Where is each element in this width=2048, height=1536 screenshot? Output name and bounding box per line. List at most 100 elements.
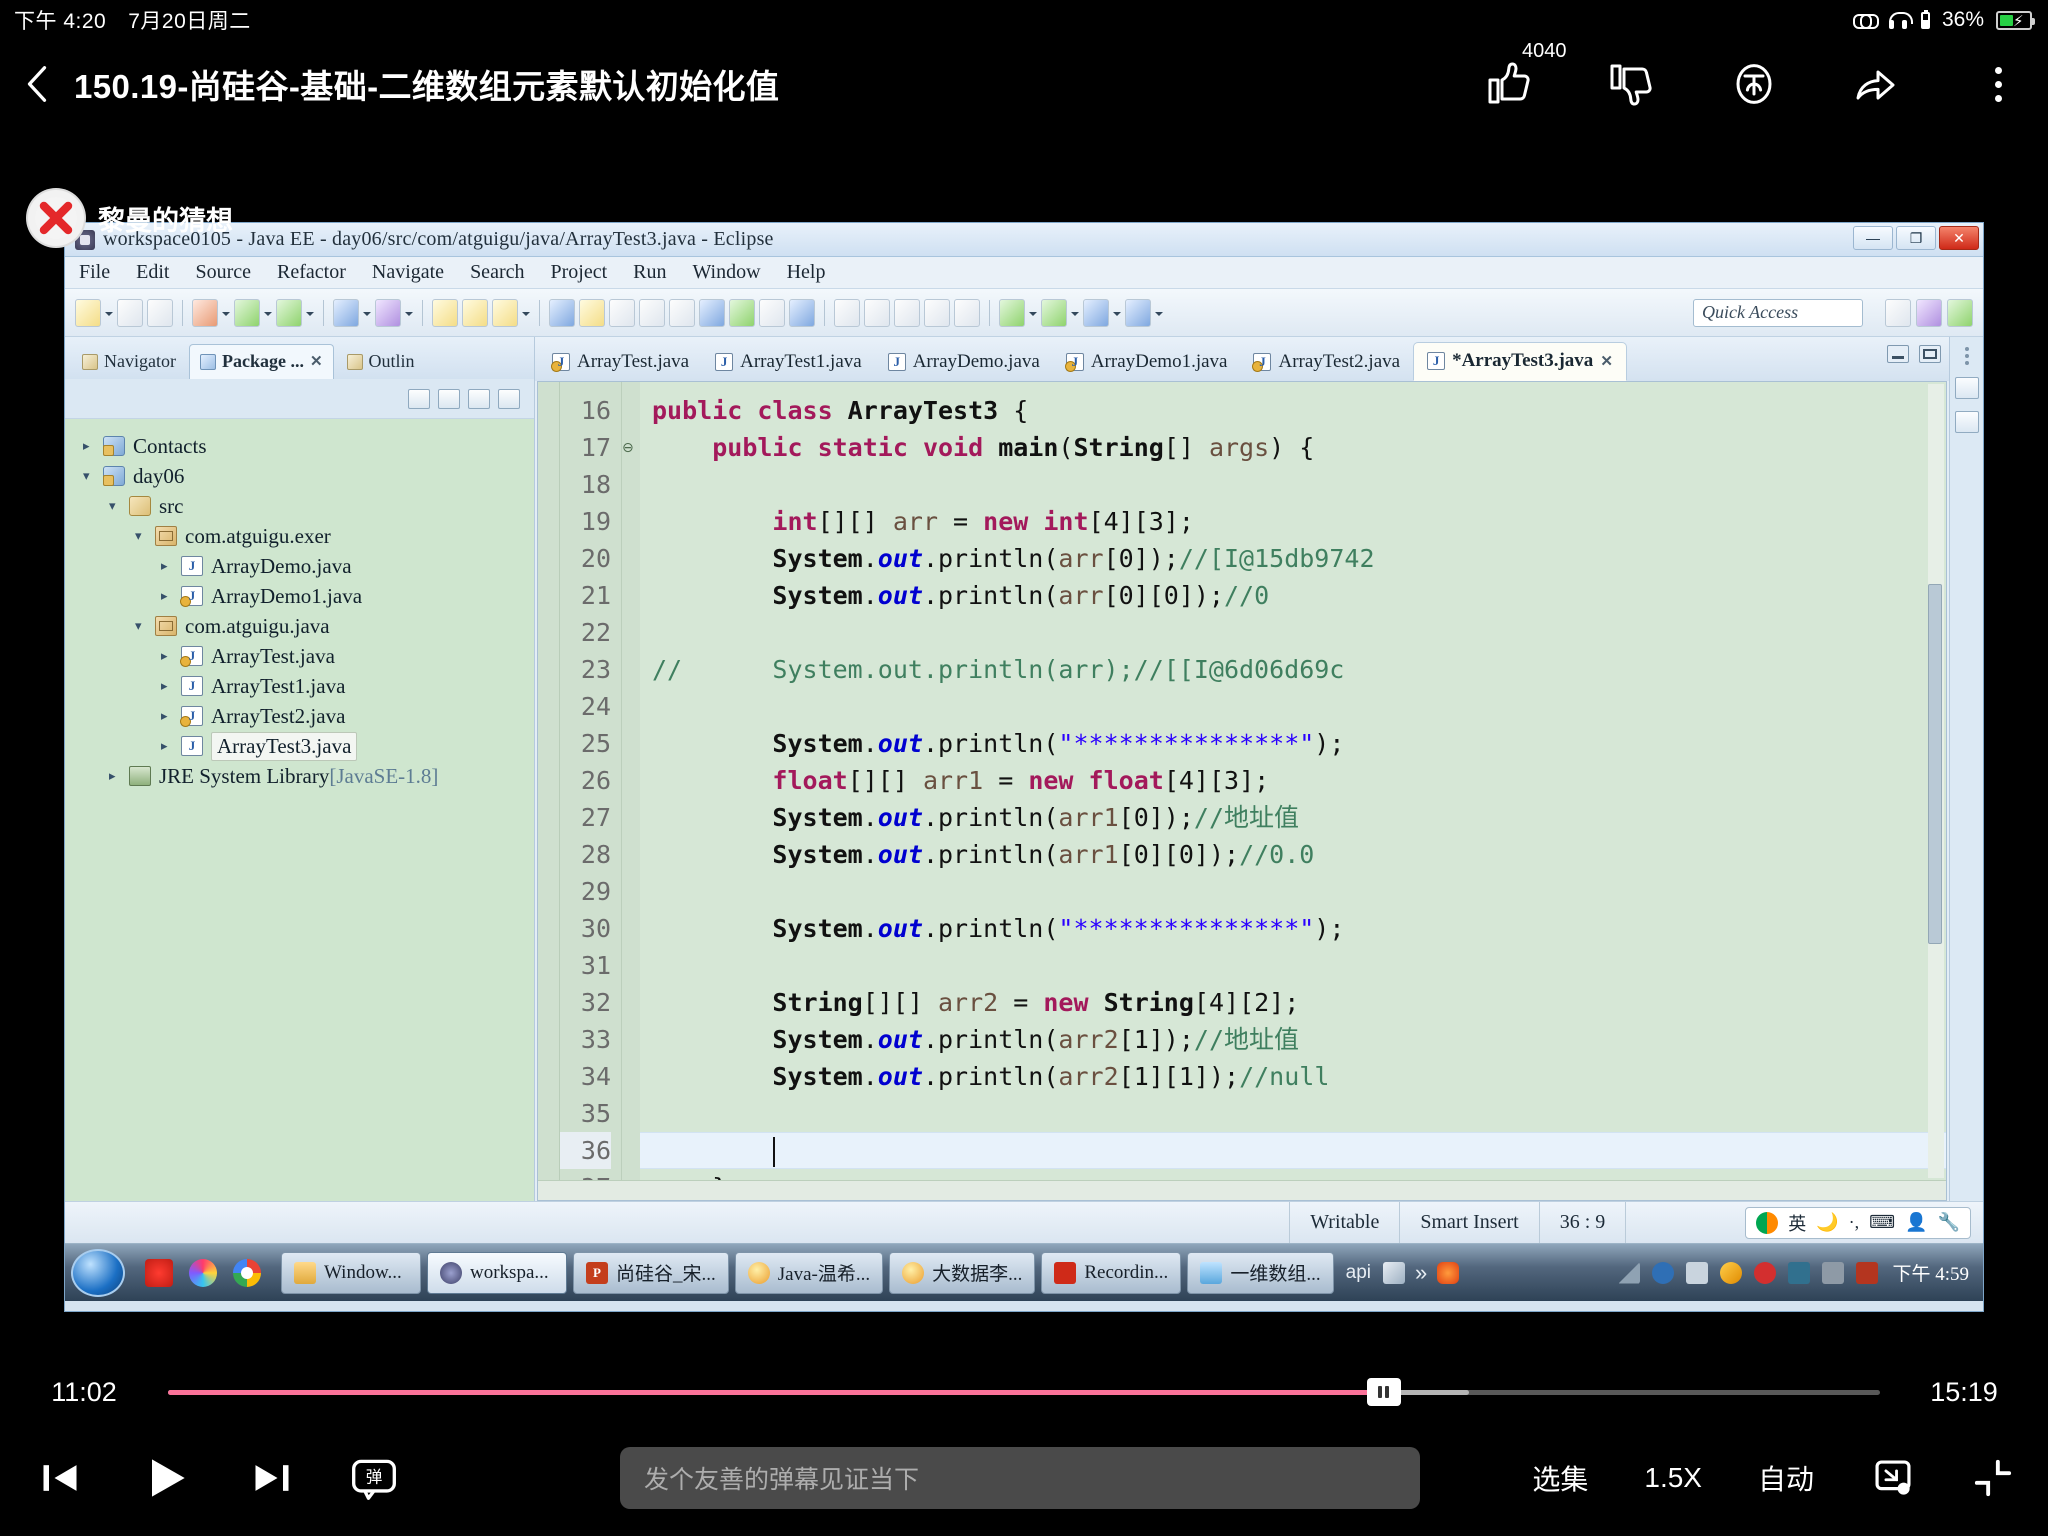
- danmu-toggle-button[interactable]: 弹: [350, 1454, 398, 1502]
- restore-view-icon[interactable]: [1954, 377, 1979, 399]
- save-button[interactable]: [117, 298, 143, 327]
- editor-tab[interactable]: ArrayDemo.java: [875, 344, 1053, 381]
- tray-shield-icon[interactable]: [1720, 1261, 1743, 1284]
- new-java-project-button[interactable]: [492, 298, 518, 327]
- previous-button[interactable]: [38, 1456, 82, 1500]
- perspective-java-button[interactable]: [1947, 298, 1973, 327]
- minimize-button[interactable]: —: [1853, 226, 1893, 250]
- forward-nav-button[interactable]: [1125, 298, 1151, 327]
- next-button[interactable]: [250, 1456, 294, 1500]
- perspective-javaee-button[interactable]: [1916, 298, 1942, 327]
- tab-outline[interactable]: Outlin: [336, 344, 426, 379]
- taskbar-item[interactable]: P 尚硅谷_宋...: [573, 1251, 729, 1294]
- tree-item[interactable]: ArrayTest.java: [83, 641, 534, 671]
- dislike-button[interactable]: [1604, 56, 1660, 112]
- search-button[interactable]: [729, 298, 755, 327]
- uploader-badge[interactable]: 黎曼的猜想: [28, 190, 233, 246]
- tree-item[interactable]: com.atguigu.java: [83, 611, 534, 641]
- tree-item[interactable]: ArrayDemo1.java: [83, 581, 534, 611]
- new-button[interactable]: [75, 298, 101, 327]
- menu-file[interactable]: File: [79, 261, 110, 284]
- media-player-icon[interactable]: [189, 1258, 217, 1287]
- tray-misc-icon[interactable]: [1856, 1261, 1879, 1284]
- user-icon[interactable]: 👤: [1905, 1212, 1927, 1233]
- prev-annotation-button[interactable]: [1041, 298, 1067, 327]
- expand-arrow-open-icon[interactable]: [83, 468, 103, 484]
- outline-view-icon[interactable]: [1954, 411, 1979, 433]
- tree-item[interactable]: src: [83, 491, 534, 521]
- view-menu-icon[interactable]: [468, 388, 490, 409]
- progress-handle[interactable]: [1366, 1377, 1401, 1406]
- menu-search[interactable]: Search: [470, 261, 524, 284]
- tray-app-icon[interactable]: [1788, 1261, 1811, 1284]
- taskbar-item[interactable]: 大数据李...: [889, 1251, 1036, 1294]
- expand-arrow-open-icon[interactable]: [135, 618, 155, 634]
- console-button[interactable]: [759, 298, 785, 327]
- code-editor[interactable]: 16 17 18 19 20 21 22 23 24 25 26 27 28 29 30 31 32 33 34 35…: [537, 381, 1947, 1201]
- expand-arrow-open-icon[interactable]: [109, 498, 129, 514]
- tree-item[interactable]: ArrayDemo.java: [83, 551, 534, 581]
- server-dropdown-icon[interactable]: [405, 300, 413, 326]
- tree-item[interactable]: ArrayTest1.java: [83, 671, 534, 701]
- tree-item[interactable]: ArrayTest3.java: [83, 731, 534, 761]
- collapse-all-icon[interactable]: [408, 388, 430, 409]
- menu-window[interactable]: Window: [692, 261, 760, 284]
- back-button[interactable]: [0, 63, 74, 105]
- debug-dropdown-icon[interactable]: [222, 300, 230, 326]
- external-tools-dropdown-icon[interactable]: [363, 300, 371, 326]
- server-button[interactable]: [375, 298, 401, 327]
- moon-icon[interactable]: 🌙: [1816, 1212, 1838, 1233]
- code-text[interactable]: public class ArrayTest3 { public static …: [640, 382, 1946, 1200]
- pip-button[interactable]: [1870, 1455, 1916, 1501]
- tree-item[interactable]: JRE System Library [JavaSE-1.8]: [83, 761, 534, 791]
- expand-arrow-closed-icon[interactable]: [161, 708, 181, 724]
- open-browser-button[interactable]: [699, 298, 725, 327]
- editor-tab[interactable]: ArrayTest1.java: [702, 344, 875, 381]
- tab-navigator[interactable]: Navigator: [71, 344, 187, 379]
- tray-keyboard-icon[interactable]: [1822, 1261, 1845, 1284]
- toggle-markers-button[interactable]: [579, 298, 605, 327]
- expand-arrow-open-icon[interactable]: [135, 528, 155, 544]
- save-all-button[interactable]: [147, 298, 173, 327]
- new-dropdown-icon[interactable]: [105, 300, 113, 326]
- forward-nav-dropdown-icon[interactable]: [1155, 300, 1163, 326]
- minimize-editor-icon[interactable]: [1887, 345, 1909, 363]
- toggle-breadcrumb-button[interactable]: [609, 298, 635, 327]
- expand-arrow-closed-icon[interactable]: [109, 768, 129, 784]
- menu-help[interactable]: Help: [787, 261, 826, 284]
- new-java-dropdown-icon[interactable]: [522, 300, 530, 326]
- danmu-input[interactable]: 发个友善的弹幕见证当下: [620, 1447, 1420, 1509]
- help-icon[interactable]: [1383, 1261, 1405, 1284]
- fullscreen-button[interactable]: [1972, 1457, 2014, 1499]
- ime-indicator[interactable]: 英 🌙 ·, ⌨ 👤 🔧: [1745, 1206, 1971, 1239]
- new-class-button[interactable]: [462, 298, 488, 327]
- minimize-view-icon[interactable]: [498, 388, 520, 409]
- share-button[interactable]: [1848, 56, 1904, 112]
- chrome-icon[interactable]: [233, 1258, 261, 1287]
- 360-icon[interactable]: [145, 1258, 173, 1287]
- close-tab-icon[interactable]: ✕: [1600, 352, 1613, 371]
- tray-arrow-icon[interactable]: [1618, 1261, 1641, 1284]
- open-type-button[interactable]: [549, 298, 575, 327]
- quality-button[interactable]: 自动: [1758, 1458, 1814, 1498]
- expand-arrow-closed-icon[interactable]: [161, 558, 181, 574]
- restore-button[interactable]: ❐: [1896, 226, 1936, 250]
- menu-run[interactable]: Run: [633, 261, 666, 284]
- menu-project[interactable]: Project: [550, 261, 607, 284]
- taskbar-item[interactable]: Java-温希...: [734, 1251, 884, 1294]
- expand-arrow-closed-icon[interactable]: [161, 588, 181, 604]
- tray-volume-icon[interactable]: [1686, 1261, 1709, 1284]
- rail-drag-handle-icon[interactable]: [1964, 347, 1969, 365]
- start-button[interactable]: [71, 1248, 125, 1297]
- editor-tab[interactable]: ArrayTest2.java: [1240, 344, 1413, 381]
- expand-arrow-closed-icon[interactable]: [161, 648, 181, 664]
- back-nav-button[interactable]: [1083, 298, 1109, 327]
- taskbar-item[interactable]: Recordin...: [1041, 1251, 1182, 1294]
- scrollbar-thumb[interactable]: [1928, 584, 1942, 944]
- menu-source[interactable]: Source: [195, 261, 251, 284]
- back-nav-dropdown-icon[interactable]: [1113, 300, 1121, 326]
- episode-list-button[interactable]: 选集: [1532, 1458, 1588, 1498]
- taskbar-item[interactable]: workspa...: [427, 1251, 567, 1294]
- editor-tab[interactable]: ArrayTest.java: [539, 344, 702, 381]
- next-annotation-button[interactable]: [999, 298, 1025, 327]
